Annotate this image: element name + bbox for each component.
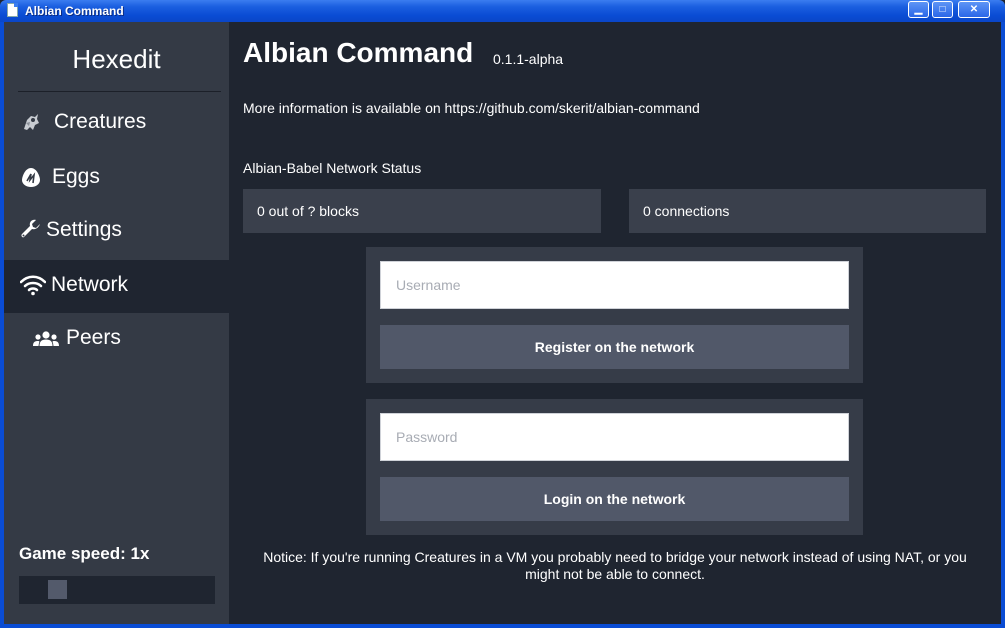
app-window: Albian Command ▁ □ ✕ Hexedit Creatures E…	[0, 0, 1005, 628]
wifi-icon	[19, 274, 47, 296]
wrench-icon	[20, 219, 42, 241]
creature-icon	[20, 111, 42, 133]
sidebar-item-peers[interactable]: Peers	[4, 313, 229, 366]
password-input[interactable]	[380, 413, 849, 461]
sidebar-item-settings[interactable]: Settings	[4, 205, 229, 258]
window-frame-bottom	[0, 624, 1005, 628]
info-text: More information is available on https:/…	[243, 100, 700, 116]
sidebar-item-eggs[interactable]: Eggs	[4, 152, 229, 205]
maximize-button[interactable]: □	[932, 1, 953, 18]
egg-icon	[20, 166, 42, 188]
window-frame-right	[1001, 22, 1005, 628]
slider-thumb[interactable]	[48, 580, 67, 599]
sidebar-item-label: Eggs	[52, 165, 100, 188]
window-title: Albian Command	[25, 4, 124, 18]
register-panel: Register on the network	[366, 247, 863, 383]
sidebar: Hexedit Creatures Eggs Settings Network …	[4, 22, 229, 624]
vm-notice: Notice: If you're running Creatures in a…	[263, 549, 967, 582]
game-speed-slider[interactable]	[19, 576, 215, 604]
login-panel: Login on the network	[366, 399, 863, 535]
login-button[interactable]: Login on the network	[380, 477, 849, 521]
connections-status: 0 connections	[629, 189, 986, 233]
register-button[interactable]: Register on the network	[380, 325, 849, 369]
network-status-heading: Albian-Babel Network Status	[243, 160, 422, 176]
title-bar[interactable]: Albian Command ▁ □ ✕	[0, 0, 1005, 22]
game-speed-label: Game speed: 1x	[19, 544, 150, 563]
main-content: Albian Command 0.1.1-alpha More informat…	[229, 22, 1001, 624]
document-icon	[7, 3, 18, 17]
sidebar-item-network[interactable]: Network	[4, 260, 229, 313]
sidebar-item-creatures[interactable]: Creatures	[4, 97, 229, 150]
users-icon	[33, 330, 59, 352]
username-input[interactable]	[380, 261, 849, 309]
brand-divider	[18, 91, 221, 92]
blocks-status: 0 out of ? blocks	[243, 189, 601, 233]
sidebar-item-label: Creatures	[54, 110, 147, 133]
sidebar-brand[interactable]: Hexedit	[4, 44, 229, 75]
version-label: 0.1.1-alpha	[493, 51, 564, 67]
page-title: Albian Command	[243, 37, 474, 68]
sidebar-item-label: Settings	[46, 218, 122, 241]
sidebar-item-label: Peers	[66, 326, 121, 349]
close-button[interactable]: ✕	[958, 1, 990, 18]
sidebar-item-label: Network	[51, 273, 129, 296]
minimize-button[interactable]: ▁	[908, 1, 929, 18]
